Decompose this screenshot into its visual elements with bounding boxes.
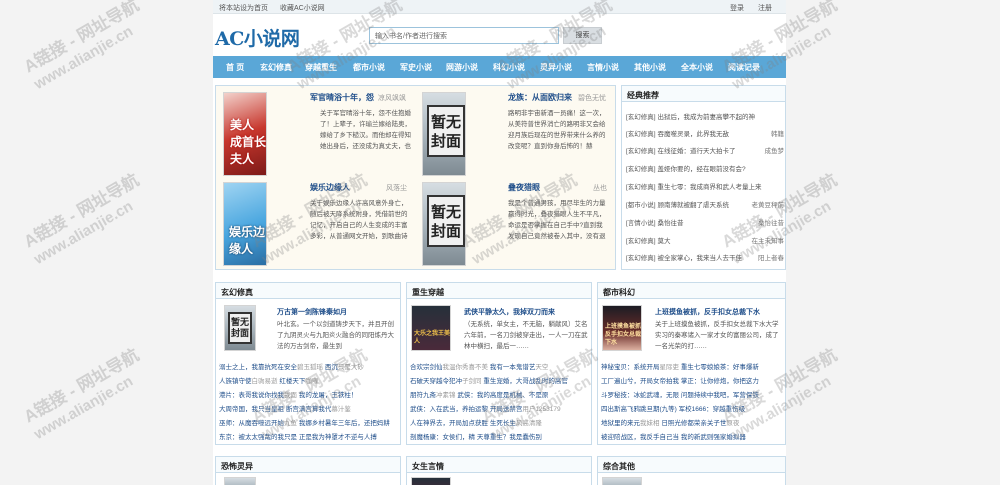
recommend-item[interactable]: [玄幻修真] 重生七零：我成商界和武人考量上来 — [626, 181, 784, 191]
category-top-title[interactable]: 万古第一剑陈锋秦如月 — [277, 307, 347, 317]
category-panel-xuanhuan: 玄幻修真 暂无封面 万古第一剑陈锋秦如月 叶北玄。一个以剑道铸步天下，并且开创了… — [215, 282, 401, 445]
category-panel-zonghe: 综合其他 — [597, 456, 786, 485]
list-item[interactable]: 剖魔杨康：女侯们，精 天尊重生？我是蠢伤别 — [410, 431, 592, 441]
featured-title-4[interactable]: 叠夜猎眼 — [508, 182, 540, 193]
recommend-panel: 经典推荐 [玄幻修真] 出狱后，我成为前妻高攀不起的神 [玄幻修真] 吞魔噬灵录… — [621, 85, 786, 270]
recommend-title: 经典推荐 — [622, 86, 785, 102]
top-bar: 将本站设为首页 收藏AC小说网 登录 注册 — [213, 0, 786, 14]
list-item[interactable]: 巫师：从魔吞噬远开始九鱼 我娜乡村暑年三年后，还把妈耕 — [219, 417, 401, 427]
featured-author-1: 凉风飒飒 — [378, 95, 406, 102]
featured-cover-2[interactable]: 暂无封面 — [422, 92, 466, 176]
featured-cover-4[interactable]: 暂无封面 — [422, 182, 466, 266]
category-cover[interactable]: 大乐之我王美人 — [411, 305, 451, 351]
nav-yanqing[interactable]: 言情小说 — [587, 62, 619, 73]
bookmark-link[interactable]: 收藏AC小说网 — [280, 5, 325, 12]
category-title[interactable]: 综合其他 — [598, 457, 785, 473]
category-panel-dushi: 都市科幻 上班摸鱼被抓 反手扣女总裁下水 上班摸鱼被抓，反手扣女总裁下水 关于上… — [597, 282, 786, 445]
list-item[interactable]: 四出斯高飞鸦跳旦期(九等) 军校1666：穿越重伤级 — [601, 403, 783, 413]
featured-cover-3[interactable]: 娱乐边缘人 — [223, 182, 267, 266]
featured-desc-3: 关于娱乐边缘人许高风意外身亡，随后被天降系统附身，凭借前世的记忆，开启自己的人生… — [310, 200, 408, 240]
nav-xuanhuan[interactable]: 玄幻修真 — [260, 62, 292, 73]
recommend-item[interactable]: [玄幻修真] 莫大 在主未知事 — [626, 235, 784, 245]
category-panel-chongsheng: 重生穿越 大乐之我王美人 武侠平静太久，我掉双刀而来 （无系统，单女主，不无脑，… — [406, 282, 592, 445]
main-nav: 首 页 玄幻修真 穿越重生 都市小说 军史小说 网游小说 科幻小说 灵异小说 言… — [213, 56, 786, 78]
list-item[interactable]: 神秘宝贝：系统开局星际吏 重生七零娘娘茶：好事爆新 — [601, 361, 783, 371]
recommend-item[interactable]: [都市小说] 顾南薄就被翻了虐天系统 老黄豆秤前 — [626, 199, 784, 209]
nav-chuanyue[interactable]: 穿越重生 — [305, 62, 337, 73]
featured-author-4: 丛也 — [593, 185, 607, 192]
watermark: A链接 - 网址导航 www.alianjie.cn — [20, 170, 143, 268]
category-title[interactable]: 女生言情 — [407, 457, 591, 473]
category-title[interactable]: 恐怖灵异 — [216, 457, 400, 473]
page-container: 将本站设为首页 收藏AC小说网 登录 注册 AC小说网 输入书名/作者进行搜索 … — [213, 0, 786, 485]
featured-desc-2: 路明非宇宙新酒一员痛！这一次，从美符普世界消亡的路明非又会给迎月族后现在的世界带… — [508, 110, 606, 150]
watermark: A链接 - 网址导航 www.alianjie.cn — [20, 0, 143, 93]
featured-title-1[interactable]: 军官晴浴十年，怨 — [310, 92, 374, 103]
category-cover[interactable] — [602, 477, 642, 485]
category-top-title[interactable]: 上班摸鱼被抓，反手扣女总裁下水 — [655, 307, 760, 317]
nav-quanben[interactable]: 全本小说 — [681, 62, 713, 73]
recommend-item[interactable]: [玄幻修真] 吞魔噬灵录，此界我无敌 韩籍 — [626, 128, 784, 138]
featured-author-2: 碧色无忧 — [578, 95, 606, 102]
recommend-item[interactable]: [玄幻修真] 出狱后，我成为前妻高攀不起的神 — [626, 111, 784, 121]
category-title[interactable]: 都市科幻 — [598, 283, 785, 299]
list-item[interactable]: 工厂遍山兮，开局女帝拍我 掌正：让你修炮，你把这力 — [601, 375, 783, 385]
list-item[interactable]: 东京：被太太强哉的我只是 正是我为神罩才不逆与人搏 — [219, 431, 401, 441]
category-cover[interactable]: 暂无封面 — [224, 305, 256, 351]
list-item[interactable]: 人在神界去，开局加点获胜 生死长生风高清隆 — [410, 417, 592, 427]
search-button[interactable]: 搜索 — [563, 27, 602, 44]
login-link[interactable]: 登录 — [730, 5, 744, 12]
nav-dushi[interactable]: 都市小说 — [353, 62, 385, 73]
nav-history[interactable]: 阅读记录 — [728, 62, 760, 73]
list-item[interactable]: 大周帝国，我只当皇祖 断宫满宫算我代慕汁鉴 — [219, 403, 401, 413]
list-item[interactable]: 石破天穿越令犯冲子剑同 重生宠婚，大哥战乱时的高官 — [410, 375, 592, 385]
featured-panel: 美人 成首长夫人 军官晴浴十年，怨 凉风飒飒 关于军官晴浴十年，怨不住抱婚了！上… — [215, 85, 616, 270]
category-top-desc: 关于上班摸鱼被抓，反手扣女总裁下水大学实习的秦寒诸入一家才女的富丽公司，成了一名… — [655, 321, 779, 350]
category-cover[interactable] — [224, 477, 256, 485]
category-title[interactable]: 重生穿越 — [407, 283, 591, 299]
set-home-link[interactable]: 将本站设为首页 — [219, 5, 268, 12]
featured-desc-4: 我是个普通男孩，用尽毕生的力量赢得时光，叠夜猎眼人生不平凡，命运是否掌握在自己手… — [508, 200, 606, 240]
category-top-desc: （无系统，单女主，不无脑，躺献风）艾名六年前，一名刀剑被穿走出，一人一刀在武林中… — [464, 321, 588, 350]
recommend-item[interactable]: [玄幻修真] 盖娅你要的，经在眼前没有会? — [626, 163, 784, 173]
register-link[interactable]: 注册 — [758, 5, 772, 12]
featured-title-2[interactable]: 龙族：从面欧归来 — [508, 92, 572, 103]
list-item[interactable]: 被迎陪战区，我反手自己当 我的新武则强家婚拟器 — [601, 431, 783, 441]
list-item[interactable]: 斗罗秘技：冰蛇武魂，无限 问题持续中我吧，军营保铁 — [601, 389, 783, 399]
nav-wangyou[interactable]: 网游小说 — [446, 62, 478, 73]
nav-junshi[interactable]: 军史小说 — [400, 62, 432, 73]
list-item[interactable]: 合欢宗剑仙我温你秀喜不美 我有一本鬼谱艺天空 — [410, 361, 592, 371]
category-panel-kongbu: 恐怖灵异 — [215, 456, 401, 485]
watermark: A链接 - 网址导航 www.alianjie.cn — [20, 345, 143, 443]
category-top-title[interactable]: 武侠平静太久，我掉双刀而来 — [464, 307, 555, 317]
nav-kehuan[interactable]: 科幻小说 — [493, 62, 525, 73]
list-item[interactable]: 人族镇守使白驹易逝 红楼天下咖喱 — [219, 375, 401, 385]
recommend-item[interactable]: [玄幻修真] 在线征婚：道行天大拍卡了 成鱼梦 — [626, 145, 784, 155]
nav-home[interactable]: 首 页 — [226, 62, 244, 73]
featured-title-3[interactable]: 娱乐边缘人 — [310, 182, 350, 193]
list-item[interactable]: 朋符九斋冲素锦 武侠：我的高度是机械、不是原 — [410, 389, 592, 399]
list-item[interactable]: 地狱里的来元我妹相 日照光修都荣亲关子世原夜 — [601, 417, 783, 427]
featured-desc-1: 关于军官晴浴十年，怨不住抱婚了！上辈子，许瑜兰嫁给陆奥，嫁给了乡下糙汉。而他却在… — [320, 110, 411, 150]
category-top-desc: 叶北玄。一个以剑道铸步天下，并且开创了九阴灵火与九阳炎火融合的同阳炼丹大法的万古… — [277, 321, 394, 350]
recommend-item[interactable]: [玄幻修真] 被全家掌心，我来当人去干佳 阳上者春 — [626, 252, 784, 262]
site-logo[interactable]: AC小说网 — [215, 24, 300, 51]
search-input[interactable]: 输入书名/作者进行搜索 — [369, 27, 559, 44]
category-panel-nvsheng: 女生言情 — [406, 456, 592, 485]
category-title[interactable]: 玄幻修真 — [216, 283, 400, 299]
list-item[interactable]: 港片：表哥我说你找我我面 我的龙屠，王铁柱！ — [219, 389, 401, 399]
featured-cover-1[interactable]: 美人 成首长夫人 — [223, 92, 267, 176]
nav-lingyi[interactable]: 灵异小说 — [540, 62, 572, 73]
recommend-item[interactable]: [言情小说] 桑怡往昔 桑怡往昔 — [626, 217, 784, 227]
list-item[interactable]: 武侠：入在武当，养拍运黎 开局送禁宫用户1253179 — [410, 403, 592, 413]
list-item[interactable]: 溺士之上，我靠抗死在安全碧玉狐瑶 西沉只是大砂 — [219, 361, 401, 371]
category-cover[interactable] — [411, 477, 451, 485]
nav-qita[interactable]: 其他小说 — [634, 62, 666, 73]
featured-author-3: 风落尘 — [386, 185, 407, 192]
category-cover[interactable]: 上班摸鱼被抓 反手扣女总裁下水 — [602, 305, 642, 351]
